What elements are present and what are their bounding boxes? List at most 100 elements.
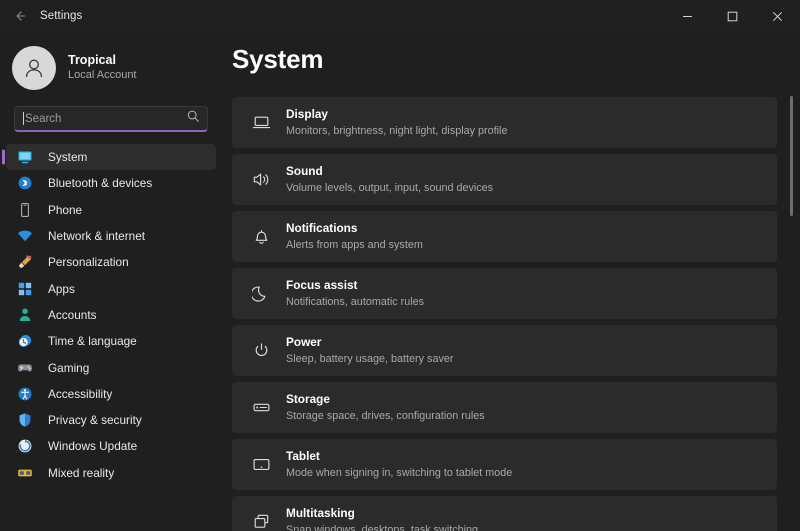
settings-card-list: Display Monitors, brightness, night ligh… bbox=[232, 97, 800, 531]
update-refresh-icon bbox=[16, 437, 34, 455]
settings-window: Settings bbox=[0, 0, 800, 531]
sidebar-item-label: Accounts bbox=[48, 308, 97, 322]
phone-icon bbox=[16, 201, 34, 219]
sidebar: Tropical Local Account bbox=[0, 32, 222, 531]
card-text: Display Monitors, brightness, night ligh… bbox=[286, 107, 507, 138]
main-scrollbar[interactable] bbox=[790, 96, 793, 527]
close-button[interactable] bbox=[755, 0, 800, 32]
close-icon bbox=[772, 11, 783, 22]
settings-card-storage[interactable]: Storage Storage space, drives, configura… bbox=[232, 382, 777, 433]
card-text: Storage Storage space, drives, configura… bbox=[286, 392, 485, 423]
text-caret bbox=[23, 112, 24, 125]
sidebar-item-label: Privacy & security bbox=[48, 413, 142, 427]
card-text: Power Sleep, battery usage, battery save… bbox=[286, 335, 453, 366]
card-title: Tablet bbox=[286, 449, 512, 464]
card-title: Power bbox=[286, 335, 453, 350]
card-text: Focus assist Notifications, automatic ru… bbox=[286, 278, 424, 309]
sidebar-nav: System Bluetooth & devices bbox=[0, 144, 222, 531]
windows-stack-icon bbox=[250, 511, 272, 531]
settings-card-sound[interactable]: Sound Volume levels, output, input, soun… bbox=[232, 154, 777, 205]
gamepad-icon bbox=[16, 359, 34, 377]
sidebar-item-label: Network & internet bbox=[48, 229, 145, 243]
search-section bbox=[0, 106, 222, 132]
card-description: Sleep, battery usage, battery saver bbox=[286, 352, 453, 366]
back-button[interactable] bbox=[4, 0, 36, 32]
card-description: Notifications, automatic rules bbox=[286, 295, 424, 309]
speaker-icon bbox=[250, 169, 272, 191]
shield-icon bbox=[16, 411, 34, 429]
vr-goggles-icon bbox=[16, 464, 34, 482]
sidebar-item-label: Windows Update bbox=[48, 439, 137, 453]
sidebar-item-mixed-reality[interactable]: Mixed reality bbox=[6, 460, 216, 486]
scrollbar-thumb[interactable] bbox=[790, 96, 793, 216]
search-button[interactable] bbox=[185, 111, 201, 127]
sidebar-item-gaming[interactable]: Gaming bbox=[6, 354, 216, 380]
account-name: Tropical bbox=[68, 53, 137, 69]
power-icon bbox=[250, 340, 272, 362]
minimize-button[interactable] bbox=[665, 0, 710, 32]
card-description: Snap windows, desktops, task switching bbox=[286, 523, 478, 531]
settings-card-tablet[interactable]: Tablet Mode when signing in, switching t… bbox=[232, 439, 777, 490]
card-description: Alerts from apps and system bbox=[286, 238, 423, 252]
title-bar: Settings bbox=[0, 0, 800, 32]
sidebar-item-label: Phone bbox=[48, 203, 82, 217]
sidebar-item-accounts[interactable]: Accounts bbox=[6, 302, 216, 328]
card-title: Display bbox=[286, 107, 507, 122]
window-title: Settings bbox=[40, 10, 82, 22]
card-description: Mode when signing in, switching to table… bbox=[286, 466, 512, 480]
accessibility-icon bbox=[16, 385, 34, 403]
wifi-icon bbox=[16, 227, 34, 245]
search-input[interactable] bbox=[25, 113, 185, 125]
monitor-icon bbox=[16, 148, 34, 166]
card-description: Storage space, drives, configuration rul… bbox=[286, 409, 485, 423]
card-title: Focus assist bbox=[286, 278, 424, 293]
sidebar-item-phone[interactable]: Phone bbox=[6, 197, 216, 223]
bluetooth-icon bbox=[16, 174, 34, 192]
sidebar-item-bluetooth-devices[interactable]: Bluetooth & devices bbox=[6, 170, 216, 196]
moon-icon bbox=[250, 283, 272, 305]
maximize-icon bbox=[727, 11, 738, 22]
card-text: Multitasking Snap windows, desktops, tas… bbox=[286, 506, 478, 531]
account-section[interactable]: Tropical Local Account bbox=[0, 32, 222, 104]
sidebar-item-label: System bbox=[48, 150, 87, 164]
settings-card-power[interactable]: Power Sleep, battery usage, battery save… bbox=[232, 325, 777, 376]
settings-card-display[interactable]: Display Monitors, brightness, night ligh… bbox=[232, 97, 777, 148]
sidebar-item-label: Time & language bbox=[48, 334, 137, 348]
sidebar-item-time-language[interactable]: Time & language bbox=[6, 328, 216, 354]
sidebar-item-apps[interactable]: Apps bbox=[6, 275, 216, 301]
card-description: Monitors, brightness, night light, displ… bbox=[286, 124, 507, 138]
sidebar-item-label: Bluetooth & devices bbox=[48, 176, 152, 190]
window-controls bbox=[665, 0, 800, 32]
sidebar-item-accessibility[interactable]: Accessibility bbox=[6, 381, 216, 407]
account-subtitle: Local Account bbox=[68, 69, 137, 83]
settings-card-multitasking[interactable]: Multitasking Snap windows, desktops, tas… bbox=[232, 496, 777, 531]
card-title: Multitasking bbox=[286, 506, 478, 521]
card-title: Storage bbox=[286, 392, 485, 407]
sidebar-item-label: Accessibility bbox=[48, 387, 112, 401]
card-title: Sound bbox=[286, 164, 493, 179]
sidebar-item-network-internet[interactable]: Network & internet bbox=[6, 223, 216, 249]
main-content: System Display Monitors, brightness, nig… bbox=[222, 32, 800, 531]
account-person-icon bbox=[16, 306, 34, 324]
settings-card-focus-assist[interactable]: Focus assist Notifications, automatic ru… bbox=[232, 268, 777, 319]
card-text: Tablet Mode when signing in, switching t… bbox=[286, 449, 512, 480]
clock-icon bbox=[16, 332, 34, 350]
sidebar-item-privacy-security[interactable]: Privacy & security bbox=[6, 407, 216, 433]
paintbrush-icon bbox=[16, 253, 34, 271]
maximize-button[interactable] bbox=[710, 0, 755, 32]
back-arrow-icon bbox=[13, 9, 27, 23]
sidebar-item-label: Mixed reality bbox=[48, 466, 114, 480]
card-text: Notifications Alerts from apps and syste… bbox=[286, 221, 423, 252]
card-title: Notifications bbox=[286, 221, 423, 236]
sidebar-item-personalization[interactable]: Personalization bbox=[6, 249, 216, 275]
avatar bbox=[12, 46, 56, 90]
laptop-display-icon bbox=[250, 112, 272, 134]
search-box[interactable] bbox=[14, 106, 208, 132]
card-description: Volume levels, output, input, sound devi… bbox=[286, 181, 493, 195]
sidebar-item-windows-update[interactable]: Windows Update bbox=[6, 433, 216, 459]
card-text: Sound Volume levels, output, input, soun… bbox=[286, 164, 493, 195]
settings-card-notifications[interactable]: Notifications Alerts from apps and syste… bbox=[232, 211, 777, 262]
minimize-icon bbox=[682, 11, 693, 22]
search-icon bbox=[186, 109, 200, 128]
sidebar-item-system[interactable]: System bbox=[6, 144, 216, 170]
